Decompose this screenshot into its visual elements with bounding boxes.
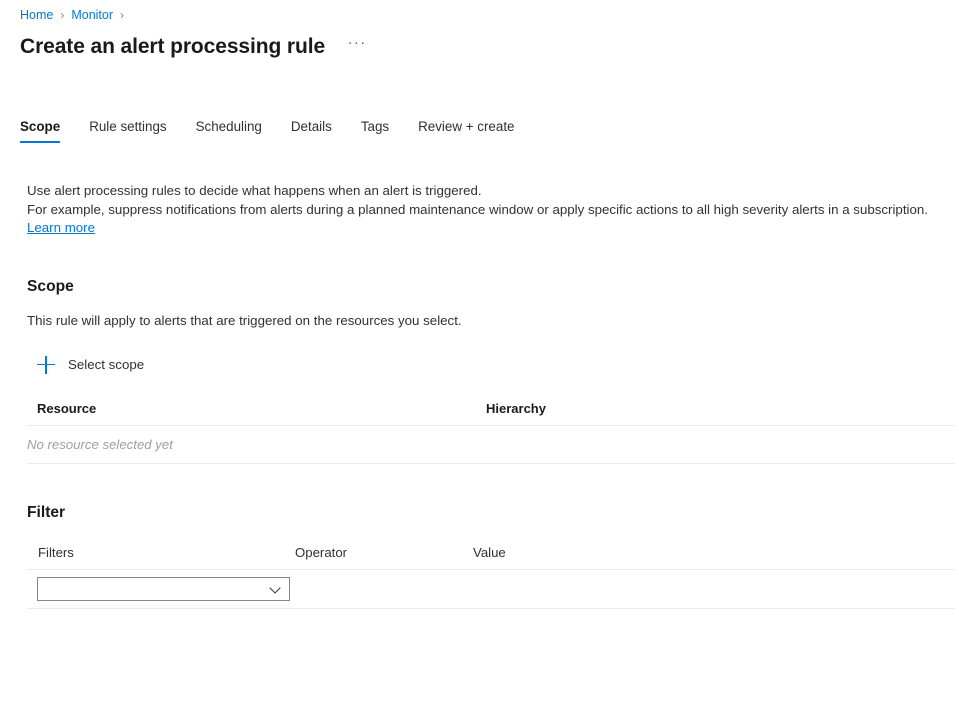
- select-scope-label: Select scope: [68, 357, 144, 372]
- resource-table-empty-message: No resource selected yet: [27, 426, 955, 464]
- tab-tags[interactable]: Tags: [361, 115, 389, 143]
- tab-scope[interactable]: Scope: [20, 115, 60, 143]
- page-title: Create an alert processing rule: [20, 33, 325, 61]
- scope-section-heading: Scope: [27, 278, 955, 296]
- more-options-icon[interactable]: ···: [344, 35, 370, 59]
- breadcrumb-separator-icon: ›: [60, 7, 64, 23]
- breadcrumb-item-home[interactable]: Home: [20, 7, 53, 23]
- filter-table-header: Filters Operator Value: [27, 545, 955, 570]
- filter-table: Filters Operator Value: [27, 545, 955, 609]
- breadcrumb: Home › Monitor ›: [20, 7, 131, 23]
- intro-line-2: For example, suppress notifications from…: [27, 202, 928, 217]
- plus-icon: [37, 356, 55, 374]
- intro-line-1: Use alert processing rules to decide wha…: [27, 183, 482, 198]
- filter-type-dropdown[interactable]: [37, 577, 290, 601]
- filter-section-heading: Filter: [27, 504, 955, 522]
- learn-more-link[interactable]: Learn more: [27, 220, 95, 235]
- select-scope-button[interactable]: Select scope: [35, 354, 148, 376]
- resource-table: Resource Hierarchy No resource selected …: [27, 401, 955, 464]
- filter-cell-filters: [27, 577, 295, 601]
- chevron-down-icon: [270, 583, 281, 594]
- tab-details[interactable]: Details: [291, 115, 332, 143]
- tab-review-create[interactable]: Review + create: [418, 115, 514, 143]
- intro-text: Use alert processing rules to decide wha…: [27, 182, 952, 238]
- tab-scheduling[interactable]: Scheduling: [196, 115, 262, 143]
- wizard-tabs: Scope Rule settings Scheduling Details T…: [20, 115, 515, 143]
- breadcrumb-item-monitor[interactable]: Monitor: [71, 7, 113, 23]
- column-header-hierarchy: Hierarchy: [486, 401, 546, 416]
- page-header: Create an alert processing rule ···: [20, 33, 370, 61]
- scope-section-description: This rule will apply to alerts that are …: [27, 313, 955, 328]
- column-header-resource: Resource: [27, 401, 486, 416]
- resource-table-header: Resource Hierarchy: [27, 401, 955, 426]
- breadcrumb-separator-icon: ›: [120, 7, 124, 23]
- table-row: [27, 570, 955, 609]
- column-header-operator: Operator: [295, 545, 473, 560]
- tab-rule-settings[interactable]: Rule settings: [89, 115, 166, 143]
- column-header-value: Value: [473, 545, 955, 560]
- column-header-filters: Filters: [27, 545, 295, 560]
- main-content: Use alert processing rules to decide wha…: [27, 182, 955, 609]
